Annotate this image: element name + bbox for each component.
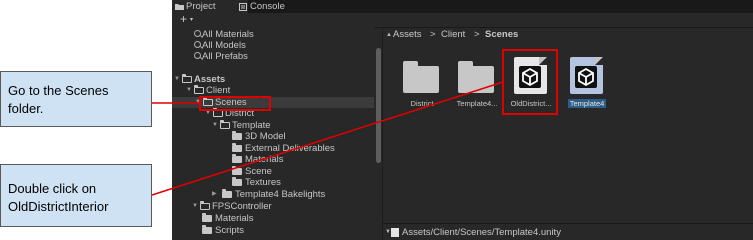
folder-icon xyxy=(458,61,494,93)
tree-label: Scripts xyxy=(215,225,245,236)
tree-label: Template4 Bakelights xyxy=(235,189,326,200)
favorite-label: All Models xyxy=(202,40,246,51)
folder-icon xyxy=(403,61,439,93)
folder-icon xyxy=(202,225,212,234)
collapse-arrow-icon[interactable]: ▲ xyxy=(386,27,392,43)
asset-template4-scene[interactable]: Template4 xyxy=(561,55,613,119)
favorite-label: All Prefabs xyxy=(202,51,248,62)
unity-logo-icon xyxy=(575,66,597,88)
unity-project-window: Project Console + ▾ All Materials All Mo… xyxy=(172,0,753,240)
expand-arrow-icon[interactable]: ▼ xyxy=(192,201,198,212)
project-toolbar: + ▾ xyxy=(172,13,753,28)
tree-label: Materials xyxy=(245,154,284,165)
asset-label: Template4 xyxy=(555,99,619,109)
tree-label: FPSController xyxy=(212,201,272,212)
folder-icon xyxy=(232,143,242,152)
breadcrumb-scenes[interactable]: Scenes xyxy=(485,27,518,43)
folder-open-icon xyxy=(213,108,223,117)
scene-file-icon xyxy=(391,228,399,237)
add-dropdown-icon[interactable]: ▾ xyxy=(190,16,193,23)
tree-label: Materials xyxy=(215,213,254,224)
tab-console[interactable]: Console xyxy=(236,0,320,13)
folder-open-icon xyxy=(220,120,230,129)
breadcrumb-assets[interactable]: Assets xyxy=(393,27,422,43)
folder-icon xyxy=(232,166,242,175)
folder-icon xyxy=(222,189,232,198)
search-icon xyxy=(194,52,201,59)
search-icon xyxy=(194,30,201,37)
folder-open-icon xyxy=(194,85,204,94)
breadcrumb: ▲ Assets > Client > Scenes xyxy=(383,27,753,43)
tab-console-label: Console xyxy=(250,1,285,12)
tree-scrollbar[interactable] xyxy=(376,48,381,163)
folder-icon xyxy=(175,4,184,10)
asset-district-folder[interactable]: District xyxy=(396,55,448,119)
favorite-label: All Materials xyxy=(202,29,254,40)
add-asset-button[interactable]: + xyxy=(180,13,187,26)
tree-label: Scene xyxy=(245,166,272,177)
panel-divider[interactable] xyxy=(382,27,383,240)
folder-icon xyxy=(232,131,242,140)
expand-arrow-icon[interactable]: ▼ xyxy=(186,85,192,96)
callout-double-click-olddistrict: Double click on OldDistrictInterior xyxy=(0,164,152,227)
tree-label: Template xyxy=(232,120,271,131)
breadcrumb-separator: > xyxy=(474,29,480,40)
tree-label: Client xyxy=(206,85,231,96)
tab-project-label: Project xyxy=(186,1,216,12)
tree-label: Textures xyxy=(245,177,281,188)
status-bar: ▼ Assets/Client/Scenes/Template4.unity xyxy=(383,223,753,240)
highlight-olddistrict-box xyxy=(502,49,558,115)
tab-bar: Project Console xyxy=(172,0,753,13)
folder-icon xyxy=(202,213,212,222)
selected-asset-path: Assets/Client/Scenes/Template4.unity xyxy=(402,227,561,238)
folder-icon xyxy=(232,154,242,163)
tree-label: External Deliverables xyxy=(245,143,335,154)
scene-file-icon xyxy=(570,57,603,94)
folder-open-icon xyxy=(182,74,192,83)
console-icon xyxy=(239,3,247,11)
selected-asset-label: Template4 xyxy=(567,99,607,108)
expand-arrow-icon[interactable]: ▼ xyxy=(212,120,218,131)
collapse-arrow-icon[interactable]: ▶ xyxy=(212,189,217,200)
folder-open-icon xyxy=(200,201,210,210)
breadcrumb-client[interactable]: Client xyxy=(441,27,465,43)
asset-template4-folder[interactable]: Template4... xyxy=(451,55,503,119)
tree-label: Assets xyxy=(194,74,226,85)
expand-arrow-icon[interactable]: ▼ xyxy=(174,74,180,85)
folder-icon xyxy=(232,177,242,186)
project-tree: All Materials All Models All Prefabs ▼ A… xyxy=(172,27,374,240)
callout-go-to-scenes: Go to the Scenes folder. xyxy=(0,71,152,127)
breadcrumb-separator: > xyxy=(430,29,436,40)
search-icon xyxy=(194,41,201,48)
tree-label: 3D Model xyxy=(245,131,286,142)
callout-text: Go to the Scenes folder. xyxy=(8,83,109,116)
callout-text: Double click on OldDistrictInterior xyxy=(8,181,109,214)
highlight-scenes-box xyxy=(199,96,271,111)
